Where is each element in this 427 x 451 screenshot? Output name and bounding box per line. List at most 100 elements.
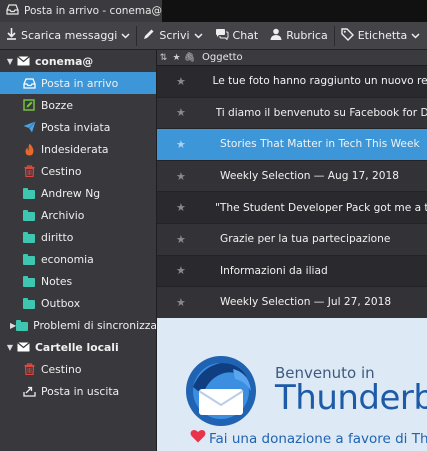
paper-plane-icon	[22, 120, 36, 134]
folder-icon	[22, 274, 36, 288]
get-messages-dropdown[interactable]	[121, 29, 130, 42]
star-icon[interactable]: ★	[157, 233, 198, 246]
tag-icon	[341, 27, 354, 44]
download-icon	[6, 28, 17, 43]
tab-bar: Posta in arrivo - conema@	[0, 0, 427, 22]
message-row[interactable]: ★ Grazie per la tua partecipazione	[157, 223, 427, 256]
heart-icon	[190, 429, 206, 446]
thread-column-icon[interactable]: ⇅	[157, 53, 170, 63]
folder-local-outbox[interactable]: Posta in uscita	[0, 380, 156, 402]
tag-dropdown[interactable]	[411, 29, 420, 42]
folder-pane: ▼ conema@ Posta in arrivo Bozze Posta in…	[0, 50, 186, 451]
folder-icon	[16, 318, 29, 332]
tab-inbox[interactable]: Posta in arrivo - conema@	[0, 0, 162, 22]
message-subject: Le tue foto hanno raggiunto un nuovo rec…	[212, 75, 427, 88]
folder-item[interactable]: ▶ Problemi di sincronizzazione	[0, 314, 186, 336]
star-icon[interactable]: ★	[157, 138, 198, 151]
get-messages-button[interactable]: Scarica messaggi	[0, 22, 136, 49]
write-dropdown[interactable]	[194, 29, 203, 42]
folder-label: Notes	[41, 274, 73, 288]
folder-item[interactable]: Notes	[0, 270, 156, 292]
folder-label: Archivio	[41, 208, 85, 222]
star-icon[interactable]: ★	[157, 296, 198, 309]
star-icon[interactable]: ★	[157, 106, 194, 119]
message-row[interactable]: ★ Weekly Selection — Jul 27, 2018	[157, 287, 427, 318]
message-subject: Informazioni da iliad	[220, 264, 328, 277]
subject-column-header[interactable]: Oggetto	[202, 52, 243, 63]
account-local-folders[interactable]: ▼ Cartelle locali	[0, 336, 156, 358]
folder-inbox[interactable]: Posta in arrivo	[0, 72, 156, 94]
inbox-icon	[6, 4, 19, 18]
main-toolbar: Scarica messaggi Scrivi Chat Rubrica Eti…	[0, 22, 427, 50]
folder-label: economia	[41, 252, 94, 266]
write-button[interactable]: Scrivi	[137, 22, 208, 49]
collapse-arrow-icon[interactable]: ▼	[4, 343, 16, 352]
message-subject: Stories That Matter in Tech This Week	[220, 138, 420, 151]
outbox-icon	[22, 384, 36, 398]
message-subject: "The Student Developer Pack got me a tec…	[215, 202, 427, 215]
folder-sent[interactable]: Posta inviata	[0, 116, 156, 138]
message-list-header: ⇅ ★ 🖇 Oggetto	[157, 50, 427, 66]
folder-trash[interactable]: Cestino	[0, 160, 156, 182]
chat-label: Chat	[232, 29, 259, 42]
folder-label: Indesiderata	[41, 142, 109, 156]
drafts-icon	[22, 98, 36, 112]
folder-junk[interactable]: Indesiderata	[0, 138, 156, 160]
pencil-icon	[143, 28, 155, 43]
message-row[interactable]: ★ Stories That Matter in Tech This Week	[157, 129, 427, 161]
tag-button[interactable]: Etichetta	[335, 22, 426, 49]
message-row[interactable]: ★ Weekly Selection — Aug 17, 2018	[157, 160, 427, 193]
folder-item[interactable]: Andrew Ng	[0, 182, 156, 204]
folder-item[interactable]: diritto	[0, 226, 156, 248]
folder-item[interactable]: economia	[0, 248, 156, 270]
star-icon[interactable]: ★	[157, 170, 198, 183]
address-book-button[interactable]: Rubrica	[264, 22, 333, 49]
folder-icon	[22, 296, 36, 310]
account-conema[interactable]: ▼ conema@	[0, 50, 156, 72]
folder-label: Cestino	[41, 164, 82, 178]
start-page: Benvenuto in Thunderbird Fai una donazio…	[157, 318, 427, 451]
message-subject: Weekly Selection — Aug 17, 2018	[220, 170, 399, 183]
folder-label: Posta in arrivo	[41, 76, 119, 90]
account-name: conema@	[35, 54, 94, 68]
brand-title: Thunderbird	[275, 378, 427, 418]
message-row[interactable]: ★ Informazioni da iliad	[157, 256, 427, 288]
attachment-column-icon[interactable]: 🖇	[183, 53, 196, 63]
tag-label: Etichetta	[357, 29, 408, 42]
flame-icon	[22, 142, 36, 156]
inbox-icon	[22, 76, 36, 90]
message-list: ⇅ ★ 🖇 Oggetto ★ Le tue foto hanno raggiu…	[157, 50, 427, 318]
folder-item[interactable]: Outbox	[0, 292, 156, 314]
message-subject: Ti diamo il benvenuto su Facebook for De…	[215, 106, 427, 119]
write-label: Scrivi	[159, 29, 190, 42]
folder-label: Bozze	[41, 98, 73, 112]
message-row[interactable]: ★ "The Student Developer Pack got me a t…	[157, 192, 427, 224]
donate-link[interactable]: Fai una donazione a favore di Thunderbir…	[209, 431, 427, 447]
chat-button[interactable]: Chat	[209, 22, 265, 49]
folder-drafts[interactable]: Bozze	[0, 94, 156, 116]
collapse-arrow-icon[interactable]: ▼	[4, 57, 16, 66]
folder-item[interactable]: Archivio	[0, 204, 156, 226]
folder-local-trash[interactable]: Cestino	[0, 358, 156, 380]
star-icon[interactable]: ★	[157, 264, 198, 277]
get-messages-label: Scarica messaggi	[21, 29, 118, 42]
star-icon[interactable]: ★	[157, 201, 193, 214]
folder-label: Posta inviata	[41, 120, 111, 134]
folder-icon	[22, 186, 36, 200]
message-row[interactable]: ★ Le tue foto hanno raggiunto un nuovo r…	[157, 66, 427, 98]
folder-icon	[22, 252, 36, 266]
star-icon[interactable]: ★	[157, 75, 190, 88]
folder-icon	[22, 208, 36, 222]
message-subject: Grazie per la tua partecipazione	[220, 233, 391, 246]
message-subject: Weekly Selection — Jul 27, 2018	[220, 296, 392, 309]
folder-label: Andrew Ng	[41, 186, 101, 200]
message-row[interactable]: ★ Ti diamo il benvenuto su Facebook for …	[157, 97, 427, 130]
folder-label: Outbox	[41, 296, 81, 310]
folder-label: Posta in uscita	[41, 384, 120, 398]
chat-icon	[215, 28, 229, 43]
folder-icon	[22, 230, 36, 244]
address-book-label: Rubrica	[286, 29, 328, 42]
star-column-icon[interactable]: ★	[170, 53, 183, 63]
folder-label: Cestino	[41, 362, 82, 376]
account-name: Cartelle locali	[35, 340, 119, 354]
